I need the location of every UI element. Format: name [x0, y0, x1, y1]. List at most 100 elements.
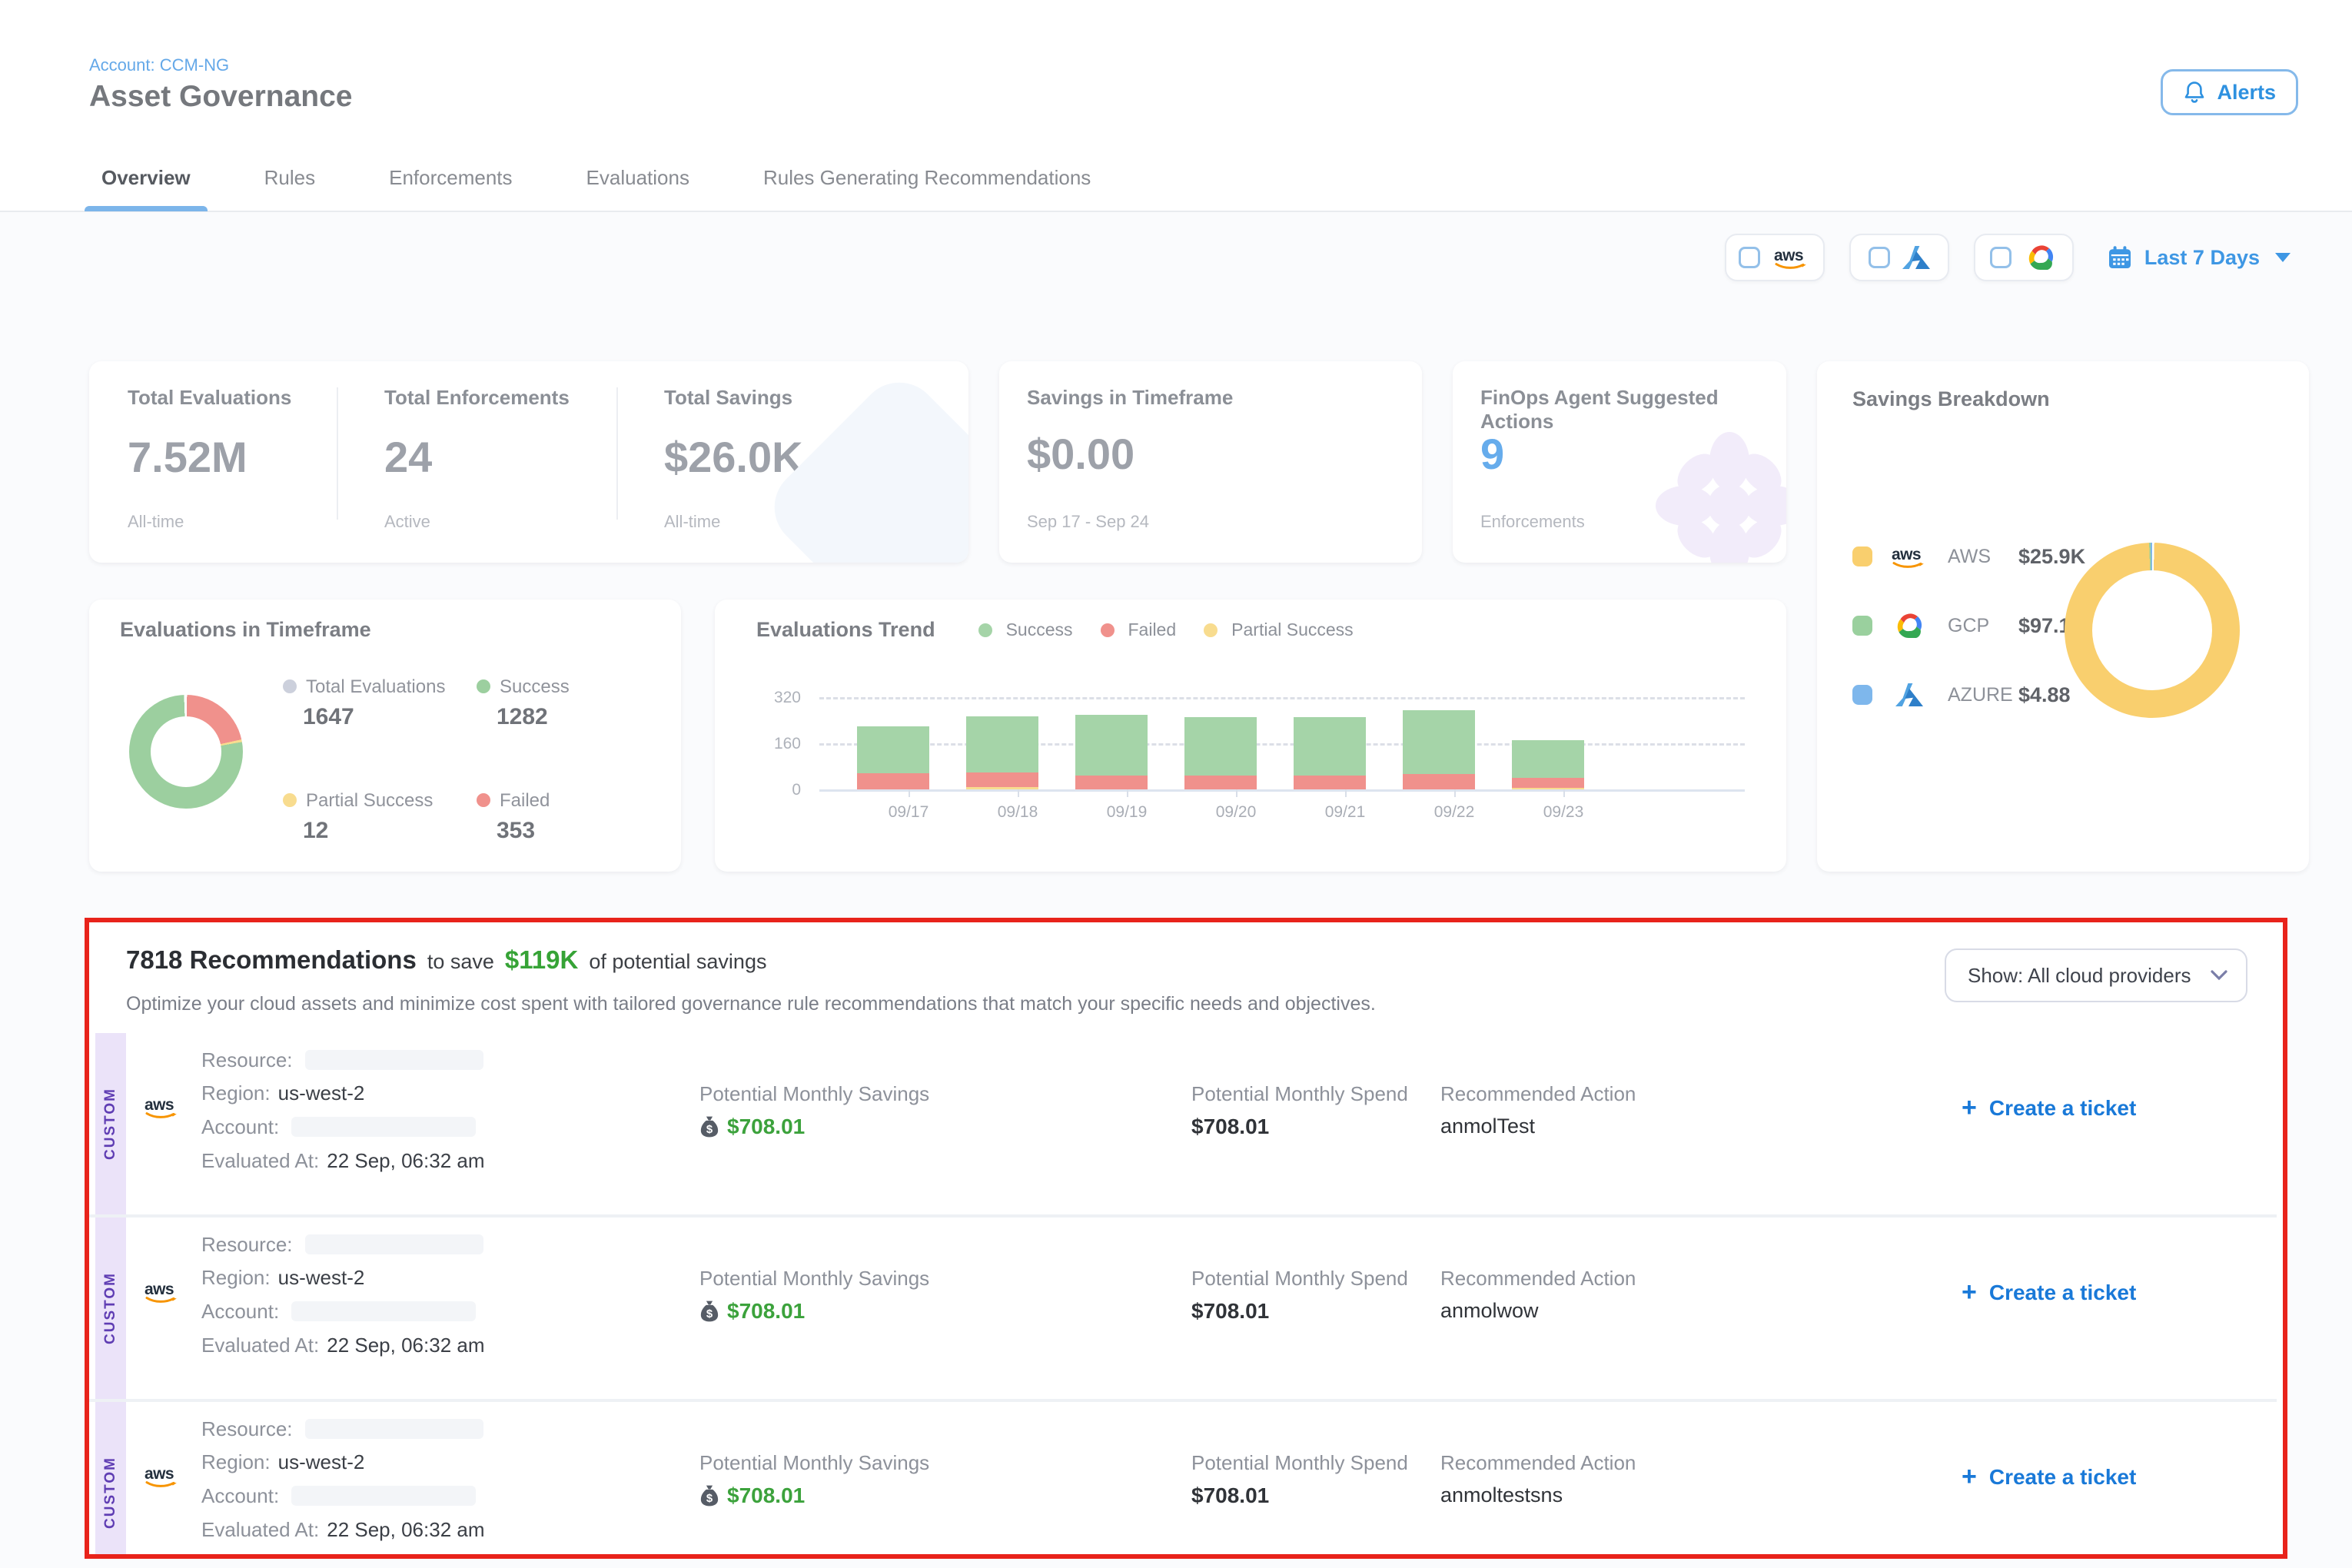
money-bag-icon: $: [699, 1484, 719, 1507]
savings-timeframe-value: $0.00: [1027, 429, 1134, 479]
recommendations-section: 7818 Recommendations to save $119K of po…: [89, 922, 2283, 1554]
create-ticket-link[interactable]: +Create a ticket: [1962, 1277, 2136, 1307]
recommendations-mid-text: to save: [427, 950, 494, 974]
provider-filter-gcp[interactable]: [1974, 234, 2074, 281]
date-range-label: Last 7 Days: [2144, 246, 2260, 270]
stat-label: Total Evaluations: [128, 386, 291, 410]
redacted-account: [291, 1486, 476, 1506]
create-ticket-link[interactable]: +Create a ticket: [1962, 1462, 2136, 1492]
evaluated-label: Evaluated At:: [201, 1334, 319, 1357]
create-ticket-link[interactable]: +Create a ticket: [1962, 1093, 2136, 1123]
spend-value: $708.01: [1191, 1483, 1269, 1508]
cloud-provider-filter-label: Show: All cloud providers: [1968, 964, 2191, 988]
provider-name: AWS: [1948, 546, 2018, 568]
savings-column-label: Potential Monthly Savings: [699, 1451, 929, 1475]
caret-down-icon: [2275, 253, 2291, 262]
legend-dot: [283, 793, 297, 807]
gcp-checkbox[interactable]: [1990, 247, 2011, 268]
provider-name: GCP: [1948, 615, 2018, 637]
action-value: anmoltestsns: [1440, 1483, 1563, 1507]
chevron-down-icon: [2211, 970, 2227, 981]
svg-text:$: $: [706, 1124, 713, 1136]
cloud-provider-filter[interactable]: Show: All cloud providers: [1945, 948, 2247, 1002]
money-bag-icon: $: [699, 1115, 719, 1138]
spend-column-label: Potential Monthly Spend: [1191, 1267, 1408, 1291]
page-title: Asset Governance: [89, 80, 353, 114]
legend-dot: [283, 679, 297, 693]
region-label: Region:: [201, 1081, 271, 1105]
legend-dot: [477, 679, 490, 693]
region-value: us-west-2: [278, 1450, 365, 1474]
savings-timeframe-card: Savings in Timeframe $0.00 Sep 17 - Sep …: [999, 361, 1422, 563]
stat-value: 24: [384, 432, 432, 482]
svg-text:$: $: [706, 1308, 713, 1321]
filter-row: aws Last 7 Days: [1725, 234, 2291, 281]
legend-value: 353: [497, 818, 535, 844]
account-label: Account:: [201, 1115, 279, 1139]
legend-label: Success: [500, 676, 570, 698]
region-value: us-west-2: [278, 1266, 365, 1290]
action-column-label: Recommended Action: [1440, 1267, 1636, 1291]
tab-bar: Overview Rules Enforcements Evaluations Rule…: [0, 145, 2352, 212]
finops-value: 9: [1480, 429, 1504, 479]
stats-divider: [616, 387, 618, 520]
evaluations-timeframe-card: Evaluations in Timeframe Total Evaluatio…: [89, 600, 681, 872]
action-column-label: Recommended Action: [1440, 1451, 1636, 1475]
tab-evaluations[interactable]: Evaluations: [586, 144, 689, 211]
legend-label: Success: [1006, 620, 1073, 640]
evaluations-timeframe-title: Evaluations in Timeframe: [120, 618, 371, 642]
legend-dot: [477, 793, 490, 807]
region-label: Region:: [201, 1450, 271, 1474]
legend-value: 12: [303, 818, 328, 844]
legend-label: Failed: [1128, 620, 1177, 640]
evaluated-label: Evaluated At:: [201, 1518, 319, 1542]
savings-column-label: Potential Monthly Savings: [699, 1082, 929, 1106]
savings-value: $$708.01: [699, 1483, 805, 1508]
savings-column-label: Potential Monthly Savings: [699, 1267, 929, 1291]
stat-label: Total Savings: [664, 386, 792, 410]
alerts-button[interactable]: Alerts: [2161, 69, 2298, 115]
recommendations-end-text: of potential savings: [589, 950, 766, 974]
svg-text:aws: aws: [145, 1281, 174, 1298]
aws-logo-icon: aws: [1772, 245, 1811, 270]
stats-divider: [337, 387, 338, 520]
row-separator: [89, 1214, 2277, 1218]
azure-checkbox[interactable]: [1869, 247, 1890, 268]
redacted-resource: [305, 1050, 483, 1070]
savings-value: $$708.01: [699, 1115, 805, 1139]
legend-label: Partial Success: [1231, 620, 1354, 640]
spend-value: $708.01: [1191, 1115, 1269, 1139]
aws-checkbox[interactable]: [1739, 247, 1760, 268]
svg-text:aws: aws: [145, 1465, 174, 1483]
resource-label: Resource:: [201, 1048, 293, 1072]
provider-filter-aws[interactable]: aws: [1725, 234, 1825, 281]
provider-filter-azure[interactable]: [1849, 234, 1949, 281]
aws-logo-icon: aws: [143, 1279, 181, 1310]
custom-badge: CUSTOM: [95, 1033, 126, 1214]
alerts-label: Alerts: [2217, 81, 2276, 105]
spend-value: $708.01: [1191, 1299, 1269, 1324]
stat-label: Total Enforcements: [384, 386, 570, 410]
tab-rules[interactable]: Rules: [264, 144, 315, 211]
azure-logo-icon: [1889, 683, 1929, 706]
account-breadcrumb[interactable]: Account: CCM-NG: [89, 55, 229, 75]
tab-enforcements[interactable]: Enforcements: [389, 144, 512, 211]
legend-label: Total Evaluations: [306, 676, 445, 698]
recommendation-row: CUSTOMawsResource:Region:us-west-2Accoun…: [95, 1402, 2283, 1554]
asset-governance-page: Account: CCM-NG Asset Governance Alerts …: [0, 0, 2352, 1568]
evaluated-value: 22 Sep, 06:32 am: [327, 1149, 484, 1173]
spend-column-label: Potential Monthly Spend: [1191, 1451, 1408, 1475]
row-separator: [89, 1399, 2277, 1402]
svg-text:aws: aws: [1774, 247, 1803, 264]
legend-label: Partial Success: [306, 790, 433, 812]
finops-card: FinOps Agent Suggested Actions 9 Enforce…: [1453, 361, 1786, 563]
tab-overview[interactable]: Overview: [101, 144, 191, 211]
aws-logo-icon: aws: [1889, 544, 1929, 569]
legend-swatch: [1852, 685, 1872, 705]
legend-swatch: [1852, 546, 1872, 566]
redacted-resource: [305, 1419, 483, 1439]
tab-rules-generating-recommendations[interactable]: Rules Generating Recommendations: [763, 144, 1091, 211]
custom-badge: CUSTOM: [95, 1218, 126, 1399]
recommendations-count: 7818 Recommendations: [126, 945, 417, 975]
date-range-filter[interactable]: Last 7 Days: [2108, 245, 2291, 270]
